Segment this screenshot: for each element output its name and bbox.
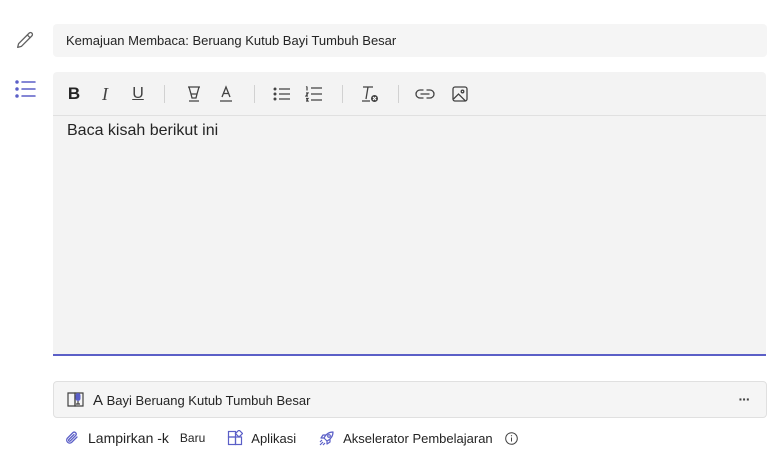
attachment-card[interactable]: A Bayi Beruang Kutub Tumbuh Besar ··· — [53, 381, 767, 418]
highlight-button[interactable] — [182, 82, 206, 106]
clear-formatting-icon — [360, 84, 380, 104]
font-color-button[interactable] — [214, 82, 238, 106]
clear-formatting-button[interactable] — [358, 82, 382, 106]
font-color-icon — [217, 85, 235, 103]
underline-icon: U — [132, 85, 144, 102]
toolbar-divider — [164, 85, 165, 103]
immersive-reader-icon — [66, 390, 86, 410]
apps-button[interactable]: Aplikasi — [227, 430, 296, 446]
apps-label: Aplikasi — [251, 430, 297, 446]
attachment-prefix: A — [93, 392, 104, 409]
attach-label: Lampirkan -k — [88, 430, 169, 446]
formatting-toolbar: B I U — [53, 72, 766, 116]
pencil-icon — [14, 29, 38, 53]
underline-button[interactable]: U — [126, 82, 150, 106]
bulleted-list-icon — [273, 86, 291, 102]
image-icon — [451, 85, 469, 103]
assignment-title-field[interactable]: Kemajuan Membaca: Beruang Kutub Bayi Tum… — [53, 24, 767, 57]
bulleted-list-button[interactable] — [270, 82, 294, 106]
attachment-name: A Bayi Beruang Kutub Tumbuh Besar — [93, 392, 310, 409]
learning-accelerator-button[interactable]: Akselerator Pembelajaran — [318, 430, 493, 447]
info-icon[interactable] — [504, 431, 518, 445]
bold-icon: B — [67, 84, 81, 103]
image-button[interactable] — [448, 82, 472, 106]
toolbar-divider — [342, 85, 343, 103]
numbered-list-icon — [305, 85, 323, 103]
rocket-icon — [318, 430, 335, 447]
assignment-title-text: Kemajuan Membaca: Beruang Kutub Bayi Tum… — [66, 33, 397, 48]
attachment-title: Bayi Beruang Kutub Tumbuh Besar — [106, 393, 311, 408]
attach-button[interactable]: Lampirkan -k Baru — [64, 430, 205, 446]
italic-button[interactable]: I — [93, 82, 117, 106]
highlight-icon — [185, 85, 203, 103]
learning-accelerator-label: Akselerator Pembelajaran — [343, 430, 493, 446]
action-bar: Lampirkan -k Baru Aplikasi Akselerator P… — [64, 428, 518, 448]
link-icon — [415, 87, 435, 101]
instructions-editor[interactable]: B I U Baca kisah berikut ini — [53, 72, 766, 356]
instructions-text: Baca kisah berikut ini — [67, 122, 219, 139]
apps-icon — [227, 430, 244, 446]
paperclip-icon — [64, 430, 80, 446]
toolbar-divider — [398, 85, 399, 103]
toolbar-divider — [254, 85, 255, 103]
italic-icon: I — [102, 83, 108, 104]
numbered-list-button[interactable] — [302, 82, 326, 106]
bold-button[interactable]: B — [62, 82, 86, 106]
more-options-button[interactable]: ··· — [732, 389, 756, 409]
link-button[interactable] — [413, 82, 437, 106]
more-options-icon: ··· — [738, 391, 751, 407]
list-icon — [14, 78, 38, 102]
new-label: Baru — [179, 431, 206, 445]
